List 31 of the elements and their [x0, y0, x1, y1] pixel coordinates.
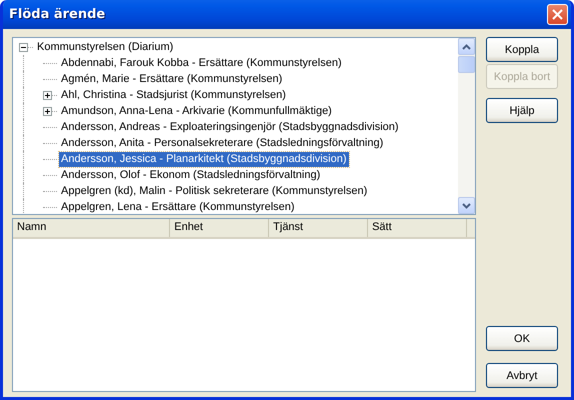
tree-item[interactable]: Ahl, Christina - Stadsjurist (Kommunstyrelsen) — [59, 88, 288, 102]
dialog-button[interactable]: Avbryt — [486, 363, 558, 388]
tree-item[interactable]: Kommunstyrelsen (Diarium) — [35, 40, 176, 54]
tree-item[interactable]: Andersson, Andreas - Exploateringsingenjör (Stadsbyggnadsdivision) — [59, 120, 401, 134]
column-header[interactable]: Enhet — [170, 219, 270, 237]
column-header[interactable]: Tjänst — [269, 219, 368, 237]
close-icon — [552, 9, 563, 20]
column-header[interactable]: Namn — [13, 219, 170, 237]
scroll-thumb[interactable] — [458, 56, 475, 73]
dialog-button[interactable]: Hjälp — [486, 98, 558, 123]
dialog-button[interactable]: Koppla — [486, 37, 558, 62]
up-chevron-icon — [462, 44, 471, 50]
tree-item[interactable]: Appelgren (kd), Malin - Politisk sekreterare (Kommunstyrelsen) — [59, 184, 370, 198]
vertical-scrollbar[interactable] — [458, 38, 475, 214]
window-title: Flöda ärende — [9, 7, 106, 22]
tree-item[interactable]: Agmén, Marie - Ersättare (Kommunstyrelsen) — [59, 72, 284, 86]
tree-item[interactable]: Andersson, Olof - Ekonom (Stadsledningsförvaltning) — [59, 168, 322, 182]
expand-toggle-icon[interactable] — [43, 90, 52, 100]
down-chevron-icon — [462, 202, 471, 208]
tree-item[interactable]: Andersson, Jessica - Planarkitekt (Stadsbyggnadsdivision) — [59, 152, 349, 166]
tree-item[interactable]: Abdennabi, Farouk Kobba - Ersättare (Kommunstyrelsen) — [59, 56, 344, 70]
tree-item[interactable]: Appelgren, Lena - Ersättare (Kommunstyrelsen) — [59, 200, 297, 214]
tree-item[interactable]: Andersson, Anita - Personalsekreterare (Stadsledningsförvaltning) — [59, 136, 386, 150]
tree-item[interactable]: Amundson, Anna-Lena - Arkivarie (Kommunfullmäktige) — [59, 104, 334, 118]
column-header[interactable]: Sätt — [368, 219, 467, 237]
scroll-up-button[interactable] — [458, 38, 475, 55]
dialog-button[interactable]: OK — [486, 326, 558, 351]
scroll-down-button[interactable] — [458, 197, 475, 214]
collapse-toggle-icon[interactable] — [19, 42, 28, 52]
close-button[interactable] — [547, 4, 568, 25]
expand-toggle-icon[interactable] — [43, 106, 52, 116]
